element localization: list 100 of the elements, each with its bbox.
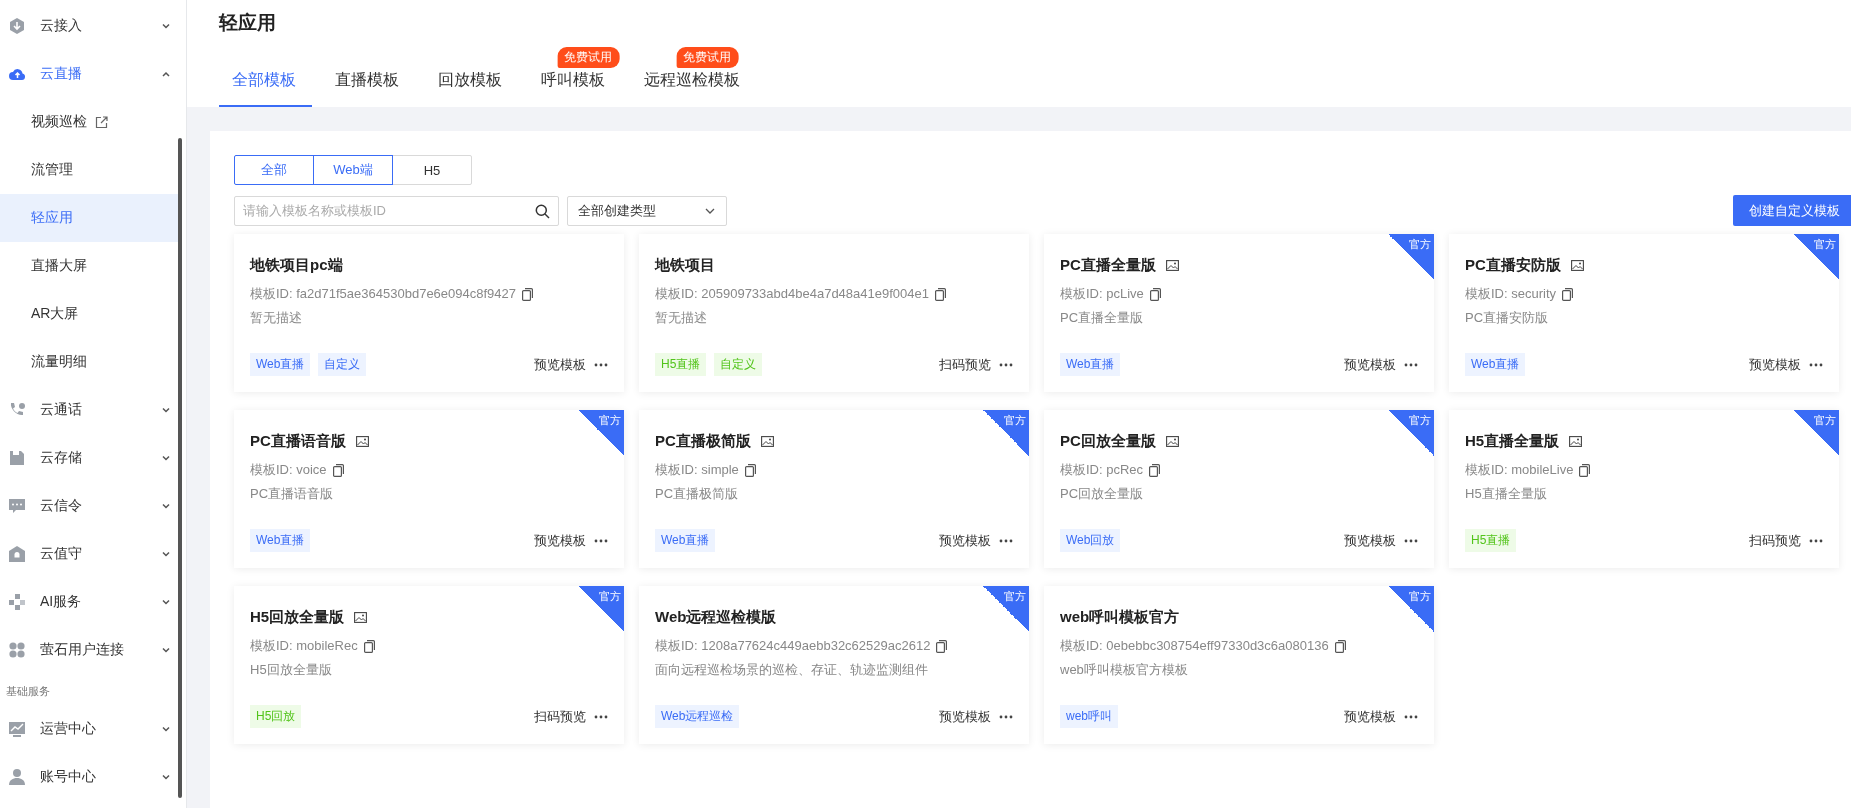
preview-link[interactable]: 预览模板 [1344,707,1396,726]
card-title: PC直播安防版 [1465,256,1561,275]
tag: 自定义 [714,353,763,376]
trial-badge: 免费试用 [557,47,620,68]
template-card[interactable]: PC直播安防版 模板ID: security PC直播安防版 Web直播 预览模板 官方 [1449,234,1839,392]
more-icon[interactable] [1809,362,1823,367]
nav-item[interactable]: 轻应用 [0,194,178,242]
copy-icon[interactable] [1579,463,1591,477]
official-label: 官方 [1814,238,1836,250]
card-description: H5回放全量版 [250,661,333,679]
tab[interactable]: 回放模板 [425,66,518,107]
floppy-icon [8,449,26,467]
preview-link[interactable]: 预览模板 [534,531,586,550]
copy-icon[interactable] [332,463,344,477]
template-id: 模板ID: pcRec [1060,461,1144,479]
scrollbar[interactable] [178,138,182,798]
more-icon[interactable] [1404,714,1418,719]
template-card[interactable]: H5回放全量版 模板ID: mobileRec H5回放全量版 H5回放 扫码预览 官方 [234,586,624,744]
nav-item[interactable]: 视频巡检 [0,98,178,146]
image-icon[interactable] [1165,436,1179,447]
copy-icon[interactable] [936,639,948,653]
preview-link[interactable]: 预览模板 [939,531,991,550]
official-label: 官方 [1814,414,1836,426]
more-icon[interactable] [594,538,608,543]
nav-group[interactable]: 云值守 [0,530,186,578]
template-card[interactable]: H5直播全量版 模板ID: mobileLive H5直播全量版 H5直播 扫码预览 官方 [1449,410,1839,568]
type-dropdown[interactable]: 全部创建类型 [567,195,727,226]
preview-link[interactable]: 扫码预览 [1749,531,1801,550]
template-card[interactable]: Web远程巡检模版 模板ID: 1208a77624c449aebb32c62529ac2612 面向远程巡检场景的巡检、存证、轨迹监测组件 Web远程巡检 预览模板 官方 [639,586,1029,744]
tag: H5直播 [655,353,707,376]
nav-group[interactable]: 云存储 [0,434,186,482]
more-icon[interactable] [1404,362,1418,367]
copy-icon[interactable] [363,639,375,653]
nav-group[interactable]: 账号中心 [0,753,186,801]
segment-button[interactable]: 全部 [234,155,314,185]
preview-link[interactable]: 扫码预览 [534,707,586,726]
tab[interactable]: 远程巡检模板 [631,66,756,107]
preview-link[interactable]: 预览模板 [939,707,991,726]
more-icon[interactable] [594,714,608,719]
page-title: 轻应用 [219,11,277,35]
template-id: 模板ID: fa2d71f5ae364530bd7e6e094c8f9427 [250,285,517,303]
template-card[interactable]: 地铁项目pc端 模板ID: fa2d71f5ae364530bd7e6e094c8f9427 暂无描述 Web直播 自定义 预览模板 [234,234,624,392]
image-icon[interactable] [760,436,774,447]
template-card[interactable]: PC直播极简版 模板ID: simple PC直播极简版 Web直播 预览模板 官方 [639,410,1029,568]
more-icon[interactable] [999,714,1013,719]
preview-link[interactable]: 预览模板 [1749,355,1801,374]
create-template-button[interactable]: 创建自定义模板 [1733,195,1851,226]
template-card[interactable]: PC回放全量版 模板ID: pcRec PC回放全量版 Web回放 预览模板 官方 [1044,410,1434,568]
image-icon[interactable] [1570,260,1584,271]
image-icon[interactable] [354,612,368,623]
card-title: 地铁项目 [655,256,715,275]
tab[interactable]: 全部模板 [219,66,312,107]
image-icon[interactable] [1165,260,1179,271]
copy-icon[interactable] [744,463,756,477]
search-icon[interactable] [535,203,550,219]
card-title: 地铁项目pc端 [250,256,343,275]
more-icon[interactable] [999,538,1013,543]
copy-icon[interactable] [522,287,534,301]
nav-group[interactable]: 萤石用户连接 [0,626,186,674]
more-icon[interactable] [1404,538,1418,543]
nav-item[interactable]: 流管理 [0,146,178,194]
segment-button[interactable]: Web端 [313,155,393,185]
copy-icon[interactable] [1334,639,1346,653]
copy-icon[interactable] [1149,463,1161,477]
official-label: 官方 [1004,414,1026,426]
tab[interactable]: 直播模板 [322,66,415,107]
card-description: 暂无描述 [250,309,303,327]
template-card[interactable]: 地铁项目 模板ID: 205909733abd4be4a7d48a41e9f004e1 暂无描述 H5直播 自定义 扫码预览 [639,234,1029,392]
template-card[interactable]: web呼叫模板官方 模板ID: 0ebebbc308754eff97330d3c6a080136 web呼叫模板官方模板 web呼叫 预览模板 官方 [1044,586,1434,744]
card-title: PC回放全量版 [1060,432,1156,451]
nav-item[interactable]: 流量明细 [0,338,178,386]
card-title: H5直播全量版 [1465,432,1560,451]
tab[interactable]: 呼叫模板 [528,66,621,107]
more-icon[interactable] [999,362,1013,367]
template-id: 模板ID: 1208a77624c449aebb32c62529ac2612 [655,637,931,655]
nav-group[interactable]: AI服务 [0,578,186,626]
more-icon[interactable] [594,362,608,367]
search-field[interactable]: 请输入模板名称或模板ID [234,195,559,226]
preview-link[interactable]: 扫码预览 [939,355,991,374]
nav-group[interactable]: 云通话 [0,386,186,434]
copy-icon[interactable] [1149,287,1161,301]
preview-link[interactable]: 预览模板 [1344,531,1396,550]
preview-link[interactable]: 预览模板 [534,355,586,374]
preview-link[interactable]: 预览模板 [1344,355,1396,374]
copy-icon[interactable] [1562,287,1574,301]
segment-button[interactable]: H5 [392,155,472,185]
card-description: H5直播全量版 [1465,485,1548,503]
nav-group[interactable]: 运营中心 [0,705,186,753]
copy-icon[interactable] [935,287,946,301]
nav-item[interactable]: 直播大屏 [0,242,178,290]
card-title: PC直播语音版 [250,432,346,451]
template-card[interactable]: PC直播语音版 模板ID: voice PC直播语音版 Web直播 预览模板 官方 [234,410,624,568]
image-icon[interactable] [1569,436,1583,447]
nav-group[interactable]: 云接入 [0,2,186,50]
nav-group[interactable]: 云直播 [0,50,186,98]
nav-item[interactable]: AR大屏 [0,290,178,338]
nav-group[interactable]: 云信令 [0,482,186,530]
template-card[interactable]: PC直播全量版 模板ID: pcLive PC直播全量版 Web直播 预览模板 官方 [1044,234,1434,392]
more-icon[interactable] [1809,538,1823,543]
image-icon[interactable] [355,436,369,447]
